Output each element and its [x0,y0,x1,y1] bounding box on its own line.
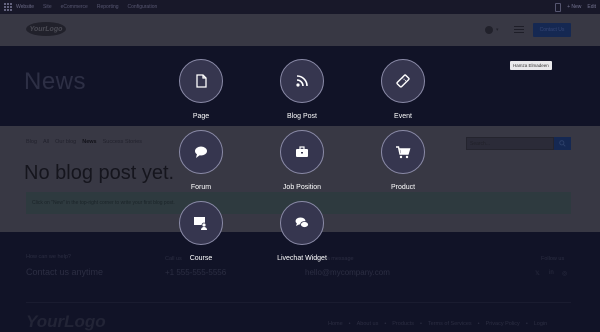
course-icon [194,217,207,230]
file-icon [196,74,207,88]
option-label: Product [390,184,416,191]
website-page: Website Site eCommerce Reporting Configu… [0,0,600,332]
new-content-overlay[interactable]: Page Blog Post Event Forum Job Position [0,0,600,332]
option-label: Blog Post [287,113,317,120]
new-blog-post-option[interactable]: Blog Post [262,59,342,120]
cart-icon [396,146,411,159]
ticket-icon [396,74,410,88]
option-label: Course [189,255,213,262]
briefcase-icon [296,146,308,157]
option-label: Event [394,113,412,120]
new-event-option[interactable]: Event [363,59,443,120]
new-page-option[interactable]: Page [161,59,241,120]
new-job-position-option[interactable]: Job Position [262,130,342,191]
comment-icon [195,146,207,158]
new-livechat-widget-option[interactable]: Livechat Widget [262,201,342,262]
new-forum-option[interactable]: Forum [161,130,241,191]
chat-icon [295,217,309,228]
rss-icon [296,75,308,87]
option-label: Job Position [282,184,322,191]
option-label: Forum [190,184,212,191]
user-tooltip: Hamza Elmadeen [510,61,552,70]
new-product-option[interactable]: Product [363,130,443,191]
option-label: Page [192,113,210,120]
option-label: Livechat Widget [277,255,327,262]
new-course-option[interactable]: Course [161,201,241,262]
